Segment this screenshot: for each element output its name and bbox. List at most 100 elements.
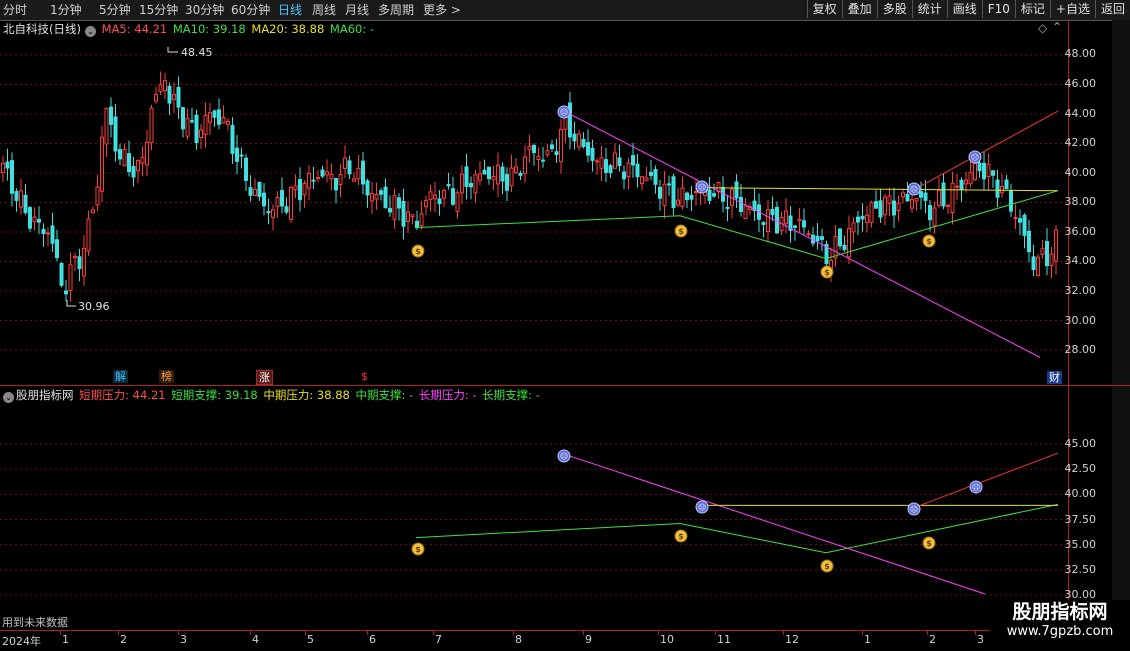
candle-body xyxy=(55,239,59,259)
low-price-label: 30.96 xyxy=(78,300,110,313)
svg-text:$: $ xyxy=(926,237,932,246)
pressure-face-icon[interactable]: ☹ xyxy=(557,105,571,119)
candle-body xyxy=(761,222,766,225)
money-bag-icon[interactable]: $ xyxy=(820,265,834,279)
candle-body xyxy=(1,162,5,173)
time-axis: 2024年 1 2 3 4 5 6 7 8 9 10 11 12 1 2 3 xyxy=(0,630,1130,651)
pressure-face-icon[interactable]: ☹ xyxy=(968,150,982,164)
y-label: 28.00 xyxy=(1064,343,1097,356)
candle-body xyxy=(914,197,919,202)
candle-body xyxy=(415,220,419,229)
candle-body xyxy=(577,133,581,148)
candle-body xyxy=(667,183,671,186)
candle-body xyxy=(325,171,329,176)
candle-body xyxy=(806,233,811,236)
candle-body xyxy=(86,218,91,252)
candle-body xyxy=(514,166,518,174)
candle-body xyxy=(23,194,28,214)
money-bag-icon[interactable]: $ xyxy=(922,234,936,248)
candle-body xyxy=(595,160,599,163)
event-tag-unlock[interactable]: 解 xyxy=(113,370,128,383)
candle-body xyxy=(910,199,914,209)
candle-body xyxy=(104,108,109,145)
candle-body xyxy=(410,214,415,218)
svg-text:☹: ☹ xyxy=(560,452,568,461)
money-bag-icon[interactable]: $ xyxy=(411,542,425,556)
pressure-face-icon[interactable]: ☹ xyxy=(907,182,921,196)
candle-body xyxy=(478,173,482,181)
pressure-face-icon[interactable]: ☹ xyxy=(969,480,983,494)
money-bag-icon[interactable]: $ xyxy=(674,529,688,543)
candle-body xyxy=(856,216,860,223)
candle-body xyxy=(905,194,910,202)
candle-body xyxy=(262,192,266,207)
money-bag-icon[interactable]: $ xyxy=(820,559,834,573)
candle-body xyxy=(793,225,797,228)
y-label: 40.00 xyxy=(1064,487,1097,500)
candle-body xyxy=(275,197,280,207)
side-info-strip xyxy=(1112,20,1130,630)
candle-body xyxy=(455,192,460,212)
candle-body xyxy=(406,211,410,222)
dropdown-circle-icon[interactable]: ⌄ xyxy=(84,26,96,37)
candle-body xyxy=(649,171,653,176)
candle-body xyxy=(842,244,847,251)
candle-body xyxy=(487,166,491,180)
kline-chart[interactable]: ☹ ☹ ☹ ☹ $ $ $ $ ☹ ☹ ☹ ☹ $ $ $ $ xyxy=(0,0,1130,650)
event-tag-ranking[interactable]: 榜 xyxy=(159,370,174,383)
candle-body xyxy=(199,129,203,139)
candle-body xyxy=(73,255,77,259)
candle-body xyxy=(388,208,392,213)
candle-body xyxy=(316,176,320,179)
ma20-value: MA20: 38.88 xyxy=(251,22,325,36)
candle-body xyxy=(329,173,334,180)
y-label: 30.00 xyxy=(1064,314,1097,327)
pressure-face-icon[interactable]: ☹ xyxy=(907,502,921,516)
candle-body xyxy=(59,262,64,286)
money-bag-icon[interactable]: $ xyxy=(674,224,688,238)
candle-body xyxy=(1036,256,1040,277)
candle-body xyxy=(64,290,68,295)
candle-body xyxy=(172,94,176,101)
candle-body xyxy=(572,133,577,142)
candle-body xyxy=(977,162,982,172)
candle-body xyxy=(28,207,32,229)
month-label: 2 xyxy=(120,633,127,646)
pressure-face-icon[interactable]: ☹ xyxy=(557,449,571,463)
collapse-icon[interactable]: ⌃ xyxy=(1052,20,1062,34)
event-tag-dollar[interactable]: $ xyxy=(359,370,370,383)
month-label: 1 xyxy=(62,633,69,646)
candle-body xyxy=(689,194,694,200)
candle-body xyxy=(212,110,217,118)
pressure-face-icon[interactable]: ☹ xyxy=(695,500,709,514)
money-bag-icon[interactable]: $ xyxy=(922,536,936,550)
candle-body xyxy=(41,228,46,234)
indicator-dropdown-icon[interactable]: ⌄ xyxy=(3,392,14,403)
month-label: 5 xyxy=(307,633,314,646)
candle-body xyxy=(428,191,433,201)
short-pressure-value: 短期压力: 44.21 xyxy=(79,388,166,402)
candle-body xyxy=(446,184,451,187)
money-bag-icon[interactable]: $ xyxy=(411,244,425,258)
event-tag-finance[interactable]: 财 xyxy=(1047,371,1062,384)
diamond-icon[interactable]: ◇ xyxy=(1038,21,1047,35)
candle-body xyxy=(352,178,356,182)
candle-body xyxy=(518,172,523,176)
indicator-legend: ⌄ 股朋指标网 短期压力: 44.21 短期支撑: 39.18 中期压力: 38.… xyxy=(3,387,542,403)
pressure-face-icon[interactable]: ☹ xyxy=(695,180,709,194)
candle-body xyxy=(95,186,100,206)
candle-body xyxy=(635,163,640,178)
candle-body xyxy=(725,206,730,209)
candle-body xyxy=(941,182,946,207)
candle-body xyxy=(982,162,986,180)
event-tag-rise[interactable]: 涨 xyxy=(256,370,273,385)
high-price-label: 48.45 xyxy=(181,46,213,59)
candle-body xyxy=(986,163,991,178)
candle-body xyxy=(901,192,905,198)
candle-body xyxy=(739,196,743,212)
candle-body xyxy=(158,84,163,92)
candle-body xyxy=(392,195,397,220)
candle-body xyxy=(995,179,1000,198)
candle-body xyxy=(770,208,775,216)
y-label: 45.00 xyxy=(1064,437,1097,450)
